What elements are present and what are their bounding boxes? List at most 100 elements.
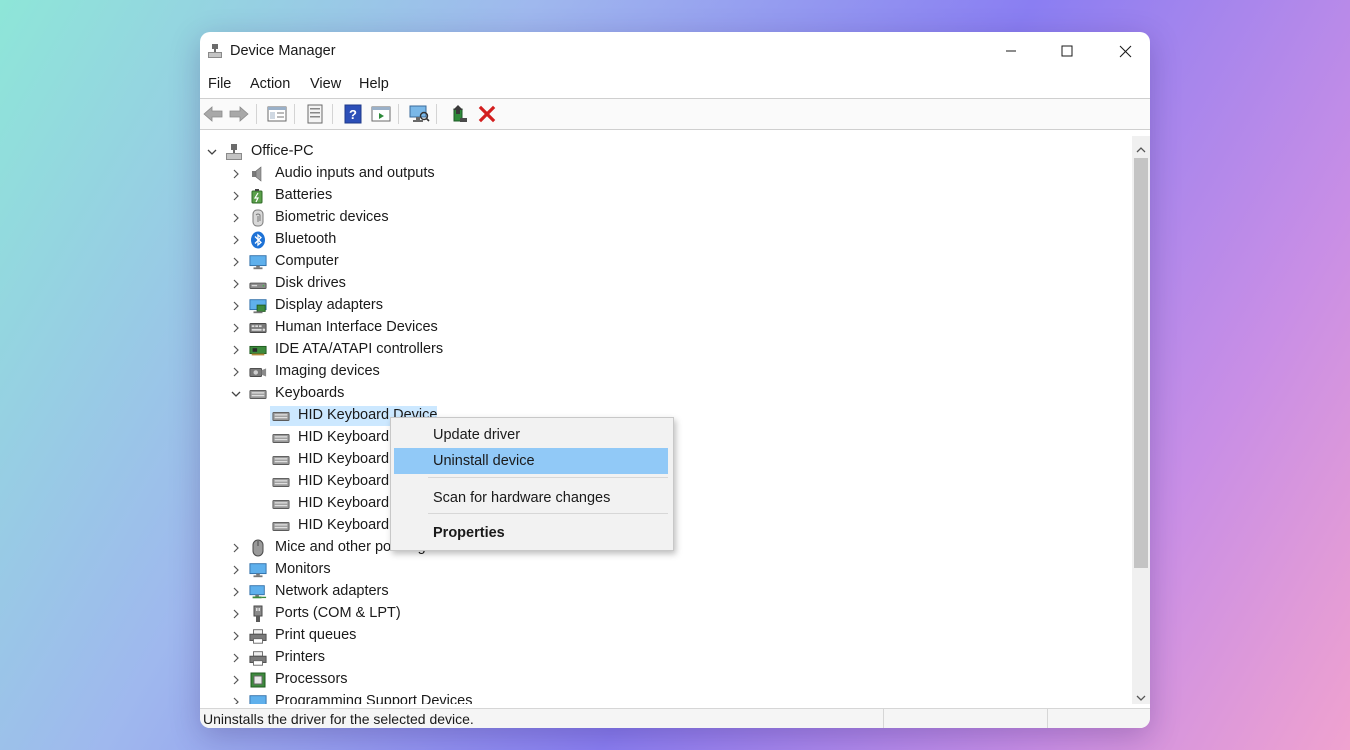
keyboard-icon <box>272 517 290 535</box>
tree-category[interactable]: Display adapters <box>200 295 1100 317</box>
device-label: HID Keyboard <box>298 429 390 445</box>
menu-item-label: Scan for hardware changes <box>433 490 611 506</box>
display-adapter-icon <box>249 297 267 315</box>
toolbar-separator <box>398 104 399 124</box>
chevron-right-icon[interactable] <box>230 212 242 224</box>
tree-category[interactable]: Biometric devices <box>200 207 1100 229</box>
chevron-right-icon[interactable] <box>230 256 242 268</box>
title-bar: Device Manager <box>200 32 1150 70</box>
network-adapter-icon <box>249 583 267 601</box>
mouse-icon <box>249 539 267 557</box>
menu-action[interactable]: Action <box>250 76 290 92</box>
tree-category[interactable]: Imaging devices <box>200 361 1100 383</box>
chevron-right-icon[interactable] <box>230 696 242 704</box>
tree-category[interactable]: Bluetooth <box>200 229 1100 251</box>
forward-arrow-icon[interactable] <box>227 102 251 126</box>
device-label: HID Keyboard <box>298 495 390 511</box>
chevron-down-icon[interactable] <box>206 146 218 158</box>
camera-icon <box>249 363 267 381</box>
menu-help[interactable]: Help <box>359 76 389 92</box>
chevron-right-icon[interactable] <box>230 190 242 202</box>
back-arrow-icon[interactable] <box>201 102 225 126</box>
tree-category[interactable]: Monitors <box>200 559 1100 581</box>
chevron-down-icon[interactable] <box>230 388 242 400</box>
keyboard-icon <box>249 385 267 403</box>
chevron-right-icon[interactable] <box>230 630 242 642</box>
tree-category[interactable]: Print queues <box>200 625 1100 647</box>
device-label: HID Keyboard <box>298 517 390 533</box>
speaker-icon <box>249 165 267 183</box>
tree-category[interactable]: Disk drives <box>200 273 1100 295</box>
chevron-right-icon[interactable] <box>230 366 242 378</box>
category-label: Disk drives <box>275 275 346 291</box>
category-label: Processors <box>275 671 348 687</box>
chevron-right-icon[interactable] <box>230 608 242 620</box>
toolbar: ? <box>200 98 1150 130</box>
tree-root-office-pc[interactable]: Office-PC <box>200 141 1100 163</box>
chevron-right-icon[interactable] <box>230 542 242 554</box>
tree-category[interactable]: Human Interface Devices <box>200 317 1100 339</box>
menu-file[interactable]: File <box>208 76 231 92</box>
category-label: Audio inputs and outputs <box>275 165 435 181</box>
menu-item-properties[interactable]: Properties <box>394 520 668 546</box>
scroll-down-arrow-icon[interactable] <box>1136 689 1146 701</box>
tree-category-keyboards[interactable]: Keyboards <box>200 383 1100 405</box>
chevron-right-icon[interactable] <box>230 168 242 180</box>
menu-item-uninstall-device[interactable]: Uninstall device <box>394 448 668 474</box>
computer-icon <box>225 143 243 161</box>
chevron-right-icon[interactable] <box>230 564 242 576</box>
update-driver-icon[interactable] <box>448 102 472 126</box>
menu-item-label: Uninstall device <box>433 453 535 469</box>
category-label: Computer <box>275 253 339 269</box>
maximize-button[interactable] <box>1038 32 1096 70</box>
window-title: Device Manager <box>230 43 336 59</box>
tree-category[interactable]: Processors <box>200 669 1100 691</box>
show-hide-console-tree-icon[interactable] <box>265 102 289 126</box>
chevron-right-icon[interactable] <box>230 278 242 290</box>
tree-category[interactable]: Computer <box>200 251 1100 273</box>
tree-category[interactable]: Audio inputs and outputs <box>200 163 1100 185</box>
menu-view[interactable]: View <box>310 76 341 92</box>
scan-hardware-icon[interactable] <box>407 102 431 126</box>
minimize-button[interactable] <box>982 32 1040 70</box>
chevron-right-icon[interactable] <box>230 300 242 312</box>
tree-category[interactable]: Batteries <box>200 185 1100 207</box>
help-icon[interactable]: ? <box>341 102 365 126</box>
toolbar-separator <box>294 104 295 124</box>
battery-icon <box>249 187 267 205</box>
svg-text:?: ? <box>349 107 357 122</box>
port-icon <box>249 605 267 623</box>
tree-category[interactable]: Ports (COM & LPT) <box>200 603 1100 625</box>
tree-category[interactable]: Network adapters <box>200 581 1100 603</box>
vertical-scrollbar[interactable] <box>1132 136 1150 704</box>
chevron-right-icon[interactable] <box>230 344 242 356</box>
scroll-thumb[interactable] <box>1134 158 1148 568</box>
status-divider <box>883 709 884 728</box>
chevron-right-icon[interactable] <box>230 586 242 598</box>
category-label: Keyboards <box>275 385 345 401</box>
close-button[interactable] <box>1096 32 1150 70</box>
menu-separator <box>428 513 668 514</box>
toolbar-separator <box>436 104 437 124</box>
menu-item-scan-hardware[interactable]: Scan for hardware changes <box>394 485 668 511</box>
chevron-right-icon[interactable] <box>230 322 242 334</box>
tree-category[interactable]: IDE ATA/ATAPI controllers <box>200 339 1100 361</box>
chevron-right-icon[interactable] <box>230 652 242 664</box>
status-bar: Uninstalls the driver for the selected d… <box>200 708 1150 728</box>
device-manager-icon <box>207 43 223 59</box>
menu-item-update-driver[interactable]: Update driver <box>394 422 668 448</box>
keyboard-icon <box>272 451 290 469</box>
menu-separator <box>428 477 668 478</box>
properties-sheet-icon[interactable] <box>303 102 327 126</box>
category-label: Bluetooth <box>275 231 337 247</box>
chevron-right-icon[interactable] <box>230 674 242 686</box>
uninstall-device-icon[interactable] <box>475 102 499 126</box>
tree-category[interactable]: Programming Support Devices <box>200 691 1100 704</box>
status-text: Uninstalls the driver for the selected d… <box>203 711 474 727</box>
category-label: Display adapters <box>275 297 383 313</box>
chevron-right-icon[interactable] <box>230 234 242 246</box>
tree-category[interactable]: Printers <box>200 647 1100 669</box>
keyboard-icon <box>272 429 290 447</box>
action-pane-icon[interactable] <box>369 102 393 126</box>
scroll-up-arrow-icon[interactable] <box>1136 141 1146 153</box>
